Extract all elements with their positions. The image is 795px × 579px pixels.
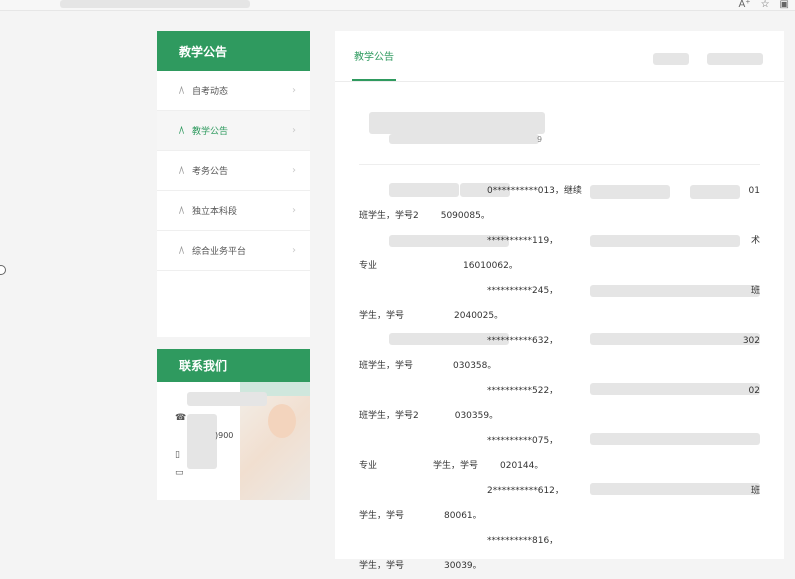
chevron-right-icon: › [292, 85, 296, 96]
text-line: 班学生，学号2 030359。 [359, 411, 499, 421]
article-body: 0**********013，继续 01 班学生，学号2 5090085。 ****… [335, 165, 784, 579]
text-line: **********632， 302 [487, 336, 760, 346]
text-line: 专业 学生，学号 020144。 [359, 461, 544, 471]
text-line: 2**********612，班 [487, 486, 760, 496]
book-icon: /\ [179, 165, 184, 176]
tab-teaching-notices[interactable]: 教学公告 [352, 31, 396, 81]
read-aloud-icon[interactable]: A⁺ [738, 0, 750, 10]
chevron-right-icon: › [292, 165, 296, 176]
sidebar-item-independent-undergrad[interactable]: /\ 独立本科段 › [157, 191, 310, 231]
sidebar-nav: /\ 自考动态 › /\ 教学公告 › /\ 考务公告 › /\ 独立本科段 ›… [157, 71, 310, 271]
chevron-right-icon: › [292, 205, 296, 216]
book-icon: /\ [179, 205, 184, 216]
sidebar-item-label: 独立本科段 [192, 207, 238, 217]
sidebar-title: 教学公告 [157, 31, 310, 71]
text-line: **********245，班 [487, 286, 760, 296]
article-text: 0**********013，继续 01 班学生，学号2 5090085。 ****… [359, 165, 760, 579]
sidebar-item-label: 教学公告 [192, 127, 229, 137]
favorite-star-icon[interactable]: ☆ [761, 0, 770, 10]
article-date: 9 [537, 135, 543, 144]
book-icon: /\ [179, 125, 184, 136]
contact-phone-row: ☎ [175, 413, 189, 423]
text-line: **********816， [487, 536, 559, 546]
text-line: 班学生，学号2 5090085。 [359, 211, 490, 221]
book-icon: /\ [179, 85, 184, 96]
url-bar-blur [60, 0, 250, 8]
sidebar-item-label: 综合业务平台 [192, 247, 247, 257]
contact-address-row: ▭ [175, 468, 189, 478]
email-icon: ▯ [175, 450, 180, 460]
scroll-handle[interactable] [0, 265, 6, 275]
redacted-block [389, 134, 539, 144]
sidebar: 教学公告 /\ 自考动态 › /\ 教学公告 › /\ 考务公告 › /\ 独立… [157, 31, 310, 337]
redacted-title [369, 112, 545, 134]
main-tabs: 教学公告 [335, 31, 784, 82]
text-line: **********075， [487, 436, 559, 446]
article-header: 9 [359, 82, 760, 165]
text-line: 0**********013，继续 01 [487, 186, 760, 196]
headset-person-image [268, 404, 296, 438]
main-content: 教学公告 9 0**********013，继续 01 班学生，学号2 509008… [335, 31, 784, 571]
redacted-block [653, 53, 689, 65]
browser-toolbar: A⁺ ☆ ▣ [0, 0, 795, 11]
contact-phone-row: )900 [175, 431, 233, 440]
text-line: 班学生，学号 030358。 [359, 361, 497, 371]
book-icon: /\ [179, 245, 184, 256]
contact-email-row: ▯ [175, 450, 189, 460]
sidebar-item-teaching-notices[interactable]: /\ 教学公告 › [157, 111, 310, 151]
text-line: 学生，学号 80061。 [359, 511, 482, 521]
phone-icon: ☎ [175, 413, 187, 423]
browser-icons: A⁺ ☆ ▣ [738, 0, 789, 10]
chevron-right-icon: › [292, 125, 296, 136]
contact-panel: 联系我们 ☎ )900 ▯ ▭ [157, 349, 310, 500]
text-line: 学生，学号 2040025。 [359, 311, 504, 321]
sidebar-item-exam-news[interactable]: /\ 自考动态 › [157, 71, 310, 111]
redacted-block [187, 414, 217, 469]
text-line: 专业 16010062。 [359, 261, 518, 271]
sidebar-item-service-platform[interactable]: /\ 综合业务平台 › [157, 231, 310, 271]
sidebar-item-label: 自考动态 [192, 87, 229, 97]
contact-title: 联系我们 [157, 349, 310, 382]
address-icon: ▭ [175, 468, 184, 478]
sidebar-item-label: 考务公告 [192, 167, 229, 177]
contact-phone: )900 [215, 431, 234, 440]
redacted-block [707, 53, 763, 65]
contact-body: ☎ )900 ▯ ▭ [157, 382, 310, 500]
text-line: **********522， 02 [487, 386, 760, 396]
text-line: **********119，术 [487, 236, 760, 246]
text-line: 学生，学号 30039。 [359, 561, 482, 571]
redacted-block [187, 392, 267, 406]
chevron-right-icon: › [292, 245, 296, 256]
collections-icon[interactable]: ▣ [780, 0, 789, 10]
sidebar-item-exam-affairs[interactable]: /\ 考务公告 › [157, 151, 310, 191]
